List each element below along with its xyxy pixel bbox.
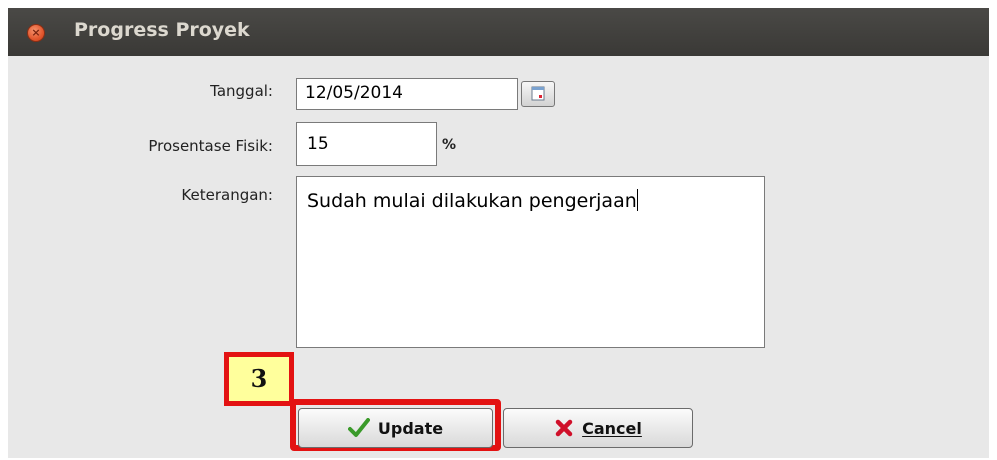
step-badge: 3 — [224, 352, 294, 406]
keterangan-textarea[interactable]: Sudah mulai dilakukan pengerjaan — [296, 176, 765, 348]
checkmark-icon — [347, 418, 370, 437]
update-button[interactable]: Update — [298, 408, 493, 448]
dialog-window: × Progress Proyek Tanggal: 12/05/2014 Pr… — [8, 8, 989, 458]
tanggal-value: 12/05/2014 — [305, 83, 403, 103]
text-cursor — [636, 189, 638, 211]
prosentase-fisik-label: Prosentase Fisik: — [148, 137, 273, 155]
prosentase-fisik-field[interactable]: 15 — [296, 122, 437, 166]
tanggal-field[interactable]: 12/05/2014 — [296, 78, 518, 110]
keterangan-value: Sudah mulai dilakukan pengerjaan — [307, 190, 637, 212]
window-title: Progress Proyek — [74, 19, 250, 41]
update-label: Update — [377, 418, 444, 438]
cancel-button[interactable]: Cancel — [503, 408, 693, 448]
close-icon[interactable]: × — [27, 24, 45, 42]
keterangan-label: Keterangan: — [181, 186, 273, 204]
calendar-icon — [531, 86, 545, 101]
percent-unit: % — [442, 137, 457, 153]
tanggal-label: Tanggal: — [210, 82, 273, 100]
cancel-label: Cancel — [582, 418, 642, 438]
x-icon — [555, 419, 573, 437]
calendar-button[interactable] — [521, 81, 555, 107]
prosentase-fisik-value: 15 — [307, 134, 329, 154]
title-bar: × Progress Proyek — [8, 8, 989, 56]
